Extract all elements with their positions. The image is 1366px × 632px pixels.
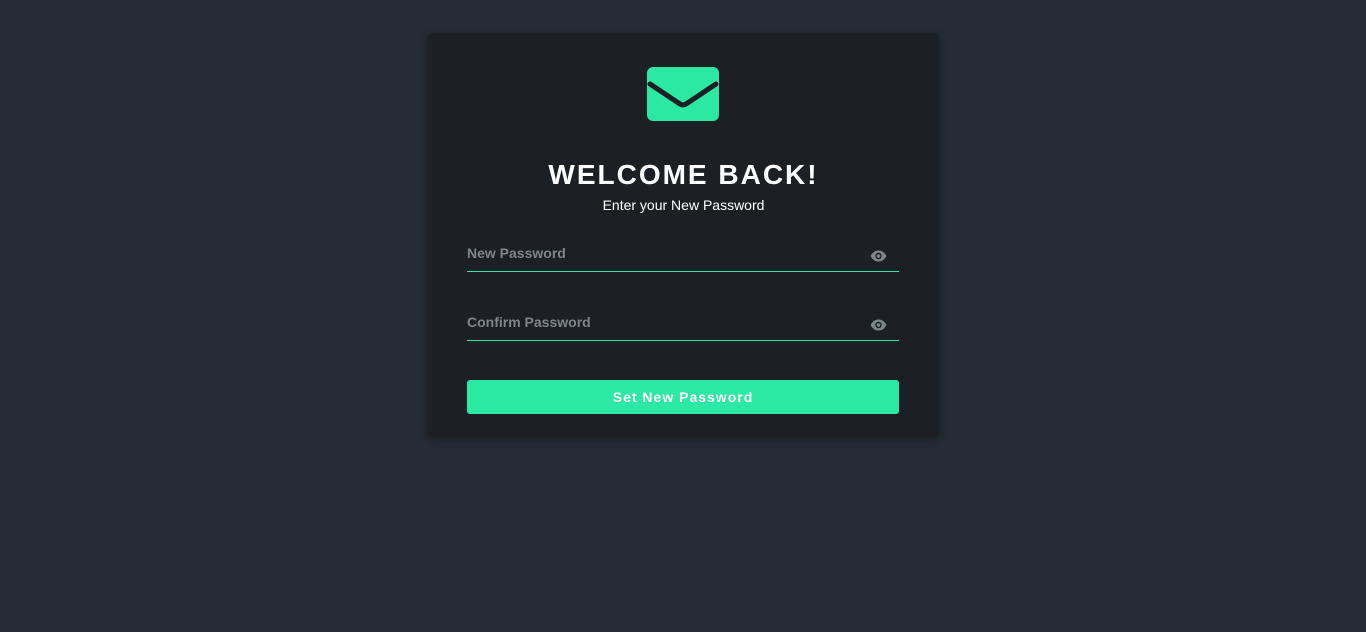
eye-icon[interactable] bbox=[870, 319, 887, 331]
new-password-input[interactable] bbox=[467, 237, 857, 269]
confirm-password-field bbox=[467, 306, 899, 341]
set-new-password-button[interactable]: Set New Password bbox=[467, 380, 899, 414]
page-title: WELCOME BACK! bbox=[548, 159, 819, 190]
confirm-password-input[interactable] bbox=[467, 306, 857, 338]
reset-password-card: WELCOME BACK! Enter your New Password Se… bbox=[428, 33, 939, 437]
page-subtitle: Enter your New Password bbox=[602, 197, 765, 213]
envelope-icon bbox=[647, 67, 719, 121]
eye-icon[interactable] bbox=[870, 250, 887, 262]
new-password-field bbox=[467, 237, 899, 272]
